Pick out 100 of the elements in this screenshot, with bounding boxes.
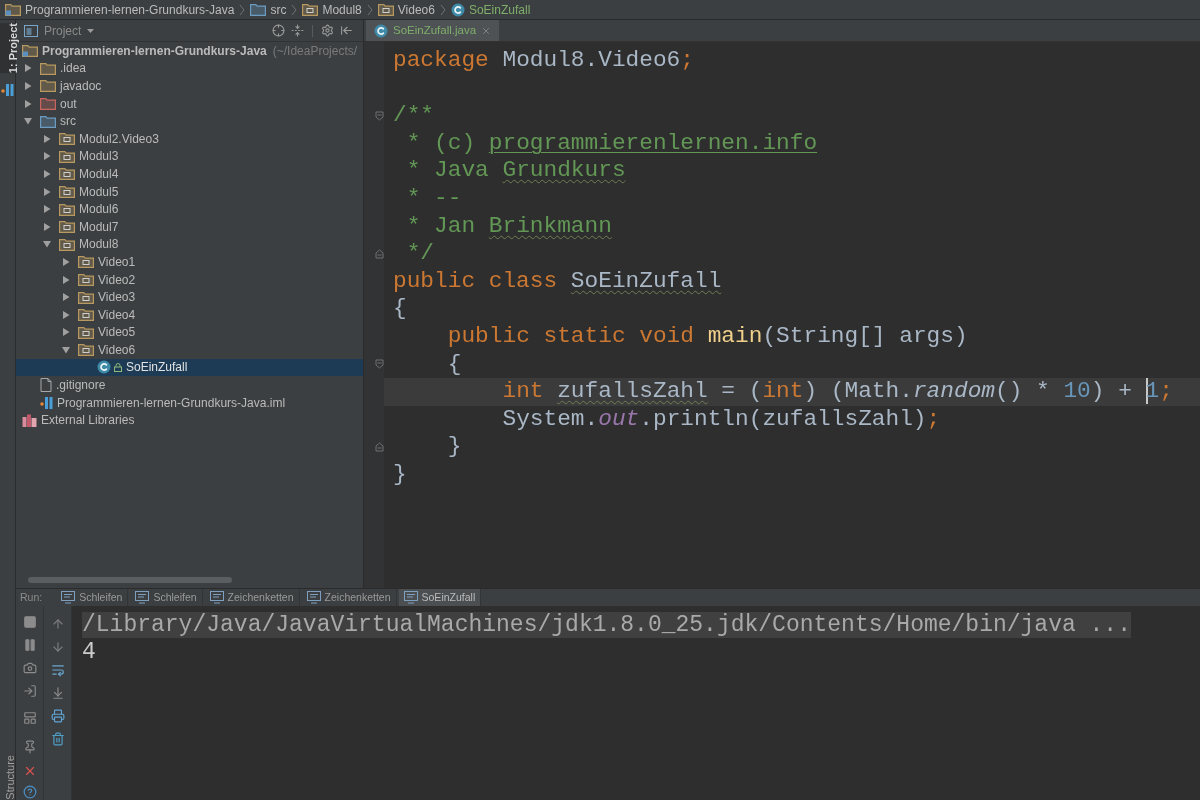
fold-icon[interactable] (375, 248, 384, 259)
tree-item[interactable]: Video1 (16, 253, 363, 271)
breadcrumb-item[interactable]: SoEinZufall (449, 0, 532, 19)
code-line: public class SoEinZufall (393, 267, 722, 294)
expand-arrow-icon[interactable] (62, 257, 70, 266)
locate-icon[interactable] (272, 24, 285, 37)
tree-item[interactable]: Modul2.Video3 (16, 129, 363, 148)
settings-icon[interactable] (321, 24, 334, 37)
run-tab[interactable]: SoEinZufall (398, 589, 482, 606)
hide-icon[interactable] (340, 24, 353, 37)
stop-icon[interactable] (22, 615, 37, 629)
close-icon[interactable] (481, 25, 492, 36)
pause-icon[interactable] (22, 638, 37, 652)
class-icon (374, 23, 388, 38)
code-line: public static void main(String[] args) (447, 322, 968, 349)
code-line: * -- (406, 184, 462, 211)
tree-item[interactable]: Modul8 (16, 235, 363, 254)
expand-arrow-icon[interactable] (62, 310, 70, 319)
tree-item[interactable]: Modul6 (16, 200, 363, 218)
expand-arrow-icon[interactable] (43, 187, 51, 196)
folder-icon (250, 3, 267, 16)
expand-arrow-icon[interactable] (43, 152, 51, 161)
folder-icon (40, 114, 56, 128)
code-line: /** (393, 102, 435, 129)
tree-item[interactable]: out (16, 94, 363, 113)
breadcrumb-item[interactable]: Programmieren-lernen-Grundkurs-Java (4, 0, 236, 19)
tree-item[interactable]: Modul7 (16, 217, 363, 236)
collapse-icon[interactable] (291, 24, 304, 37)
collapse-arrow-icon[interactable] (43, 240, 51, 249)
editor-tab[interactable]: SoEinZufall.java (366, 20, 500, 41)
wrap-text-icon[interactable] (50, 663, 65, 677)
collapse-arrow-icon[interactable] (62, 345, 70, 354)
collapse-arrow-icon[interactable] (24, 117, 32, 126)
tree-item[interactable]: javadoc (16, 77, 363, 95)
expand-arrow-icon[interactable] (43, 222, 51, 231)
expand-arrow-icon[interactable] (62, 275, 70, 284)
package-icon (78, 290, 94, 304)
tree-item[interactable]: Video3 (16, 288, 363, 306)
breadcrumb-item[interactable]: src (249, 0, 288, 19)
fold-icon[interactable] (375, 442, 384, 453)
run-label: Run: (20, 589, 43, 605)
help-icon[interactable] (22, 785, 37, 799)
trash-icon[interactable] (50, 732, 65, 746)
code-line: } (393, 460, 407, 487)
tree-item[interactable]: Modul4 (16, 165, 363, 183)
expand-arrow-icon[interactable] (62, 293, 70, 302)
tree-item[interactable]: Modul5 (16, 182, 363, 201)
folder-icon (40, 79, 56, 93)
package-icon (59, 202, 75, 216)
arrow-up-icon[interactable] (50, 617, 65, 631)
project-path: (~/IdeaProjects/ (272, 42, 358, 60)
layout-icon[interactable] (22, 711, 37, 725)
tree-item[interactable]: Modul3 (16, 147, 363, 166)
package-icon (78, 325, 94, 339)
fold-icon[interactable] (375, 359, 384, 370)
expand-arrow-icon[interactable] (62, 328, 70, 337)
package-icon (59, 132, 75, 146)
expand-arrow-icon[interactable] (24, 64, 32, 73)
horizontal-scrollbar[interactable] (28, 577, 232, 583)
view-dropdown[interactable]: Project (24, 21, 130, 40)
tree-item[interactable]: Video4 (16, 305, 363, 324)
tree-item[interactable]: src (16, 112, 363, 130)
breadcrumb-item[interactable]: Video6 (376, 0, 436, 19)
code-line: { (393, 295, 407, 322)
console-icon (135, 591, 150, 604)
tree-item[interactable]: Programmieren-lernen-Grundkurs-Java (~/IdeaProjects/ (16, 42, 363, 60)
expand-arrow-icon[interactable] (43, 169, 51, 178)
package-icon (78, 308, 94, 322)
project-icon (22, 44, 38, 58)
folder-icon (40, 61, 56, 75)
tree-item[interactable]: .idea (16, 59, 363, 78)
code-line: * Java Grundkurs (406, 157, 626, 184)
printer-icon[interactable] (50, 709, 65, 723)
tree-item[interactable]: Video5 (16, 323, 363, 342)
tree-item[interactable]: .gitignore (16, 376, 363, 394)
code-line: */ (406, 240, 435, 267)
tree-item[interactable]: External Libraries (16, 411, 363, 430)
expand-arrow-icon[interactable] (43, 205, 51, 214)
package-icon (59, 185, 75, 199)
expand-arrow-icon[interactable] (43, 134, 51, 143)
breadcrumb-item[interactable]: Modul8 (301, 0, 363, 19)
caret-icon (87, 28, 95, 33)
arrow-down-icon[interactable] (50, 640, 65, 654)
tree-item[interactable]: Programmieren-lernen-Grundkurs-Java.iml (16, 393, 363, 412)
tool-window-tab[interactable]: Structure (0, 755, 16, 800)
package-icon (78, 255, 94, 269)
module-icon (1, 83, 14, 98)
package-icon (302, 3, 319, 16)
fold-icon[interactable] (375, 111, 384, 121)
pin-icon[interactable] (22, 740, 37, 754)
tree-item[interactable]: Video2 (16, 270, 363, 289)
package-icon (377, 3, 394, 16)
camera-icon[interactable] (22, 661, 37, 675)
console-icon (306, 591, 321, 604)
scroll-to-end-icon[interactable] (50, 686, 65, 700)
expand-arrow-icon[interactable] (24, 82, 32, 90)
tree-item[interactable]: SoEinZufall (16, 358, 363, 377)
tree-item[interactable]: Video6 (16, 341, 363, 359)
exit-arrow-icon[interactable] (22, 684, 37, 698)
expand-arrow-icon[interactable] (24, 99, 32, 108)
